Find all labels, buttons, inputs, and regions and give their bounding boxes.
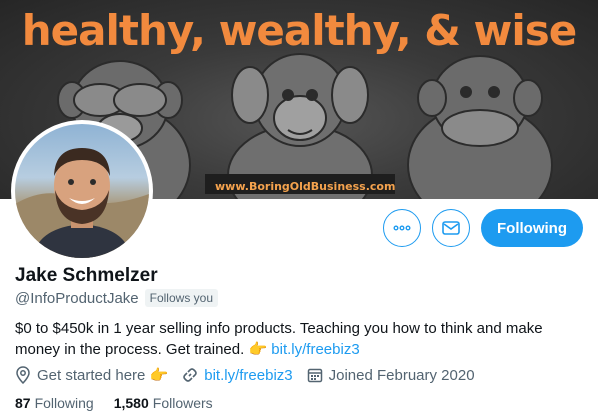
follows-you-badge: Follows you: [144, 289, 218, 307]
website-item: bit.ly/freebiz3: [182, 367, 293, 384]
following-label: Following: [34, 395, 94, 411]
envelope-icon: [442, 221, 460, 235]
followers-count: 1,580: [113, 395, 149, 411]
followers-stat[interactable]: 1,580 Followers: [114, 395, 213, 411]
following-count: 87: [15, 395, 31, 411]
joined-item: Joined February 2020: [307, 367, 475, 384]
profile-meta: Get started here 👉 bit.ly/freebiz3 Joine…: [15, 366, 489, 384]
profile-name: Jake Schmelzer: [15, 265, 158, 286]
followers-label: Followers: [152, 395, 213, 411]
more-icon: [393, 225, 411, 231]
location-text: Get started here 👉: [37, 367, 169, 384]
website-link[interactable]: bit.ly/freebiz3: [204, 367, 292, 384]
link-icon: [183, 368, 198, 382]
joined-text: Joined February 2020: [328, 366, 475, 384]
following-stat[interactable]: 87 Following: [15, 395, 94, 411]
following-button[interactable]: Following: [481, 209, 583, 247]
message-button[interactable]: [432, 209, 470, 247]
location-item: Get started here 👉: [15, 366, 168, 384]
profile-handle: @InfoProductJake: [15, 289, 139, 307]
avatar-photo: [15, 124, 149, 258]
banner-headline: healthy, wealthy, & wise: [21, 6, 577, 55]
banner-url-text: www.BoringOldBusiness.com: [215, 180, 396, 193]
follow-stats: 87 Following 1,580 Followers: [15, 395, 233, 411]
calendar-icon: [307, 368, 322, 383]
location-pin-icon: [16, 366, 30, 384]
more-button[interactable]: [383, 209, 421, 247]
profile-avatar[interactable]: [11, 120, 153, 262]
profile-bio: $0 to $450k in 1 year selling info produ…: [15, 318, 585, 360]
bio-link[interactable]: bit.ly/freebiz3: [271, 341, 359, 358]
handle-row: @InfoProductJake Follows you: [15, 289, 218, 307]
